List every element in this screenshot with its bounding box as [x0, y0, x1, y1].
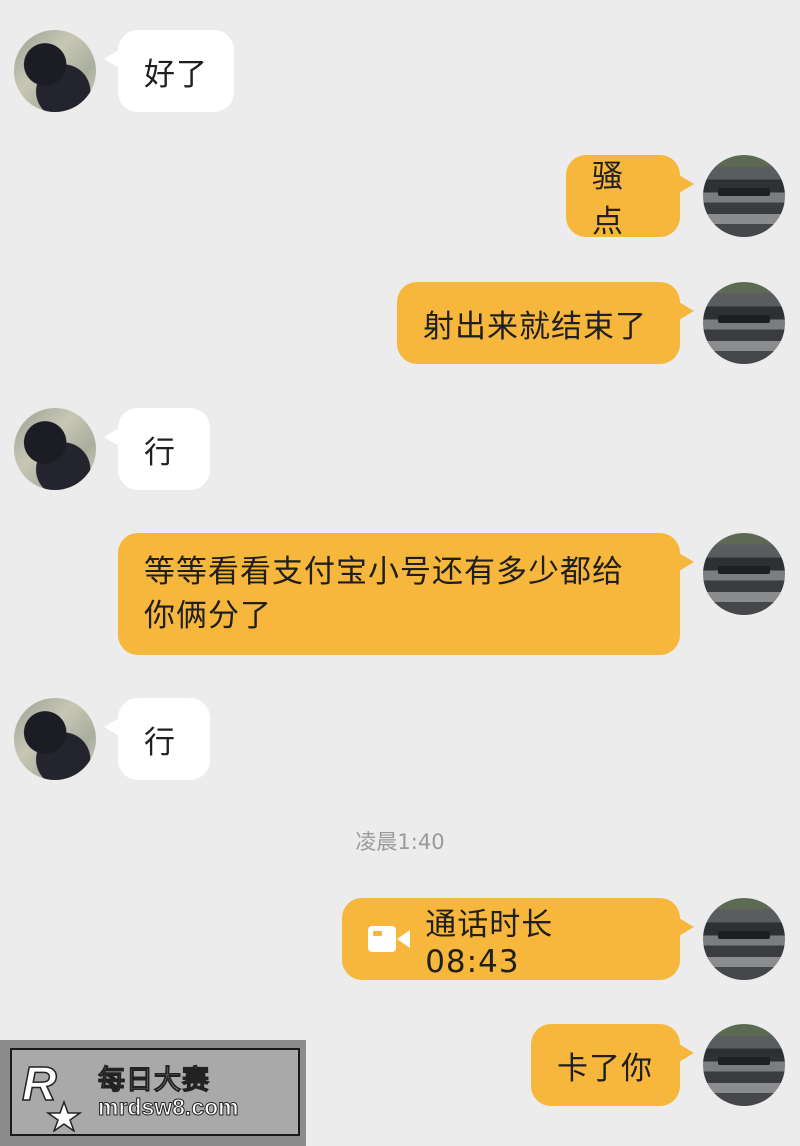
call-duration-text: 通话时长 08:43 — [425, 906, 554, 980]
my-avatar[interactable] — [703, 155, 785, 237]
message-text: 骚点 — [592, 159, 624, 240]
message-bubble-outgoing[interactable]: 卡了你 — [531, 1024, 694, 1106]
message-bubble-incoming[interactable]: 行 — [104, 698, 210, 780]
message-bubble-incoming[interactable]: 行 — [104, 408, 210, 490]
contact-avatar[interactable] — [14, 30, 96, 112]
my-avatar[interactable] — [703, 282, 785, 364]
svg-text:R: R — [22, 1058, 57, 1111]
star-logo-icon: R — [21, 1057, 83, 1132]
chat-timestamp: 凌晨1:40 — [355, 830, 445, 854]
message-text: 卡了你 — [557, 1050, 653, 1087]
message-text: 好了 — [144, 56, 208, 93]
contact-avatar[interactable] — [14, 698, 96, 780]
watermark-url: mrdsw8.com — [98, 1094, 240, 1121]
message-text: 行 — [144, 434, 176, 471]
video-call-record[interactable]: 通话时长 08:43 — [342, 898, 694, 980]
my-avatar[interactable] — [703, 1024, 785, 1106]
message-text: 行 — [144, 724, 176, 761]
watermark-overlay: R 每日大赛 mrdsw8.com — [0, 1040, 306, 1146]
message-bubble-outgoing[interactable]: 射出来就结束了 — [397, 282, 694, 364]
message-line: 你俩分了 — [144, 598, 272, 634]
my-avatar[interactable] — [703, 898, 785, 980]
message-bubble-outgoing[interactable]: 骚点 — [566, 155, 694, 240]
video-call-icon — [368, 924, 410, 954]
watermark-title: 每日大赛 — [98, 1065, 210, 1097]
message-bubble-outgoing[interactable]: 等等看看支付宝小号还有多少都给 你俩分了 — [118, 533, 694, 655]
message-text: 射出来就结束了 — [423, 308, 647, 345]
message-line: 等等看看支付宝小号还有多少都给 — [144, 554, 624, 590]
my-avatar[interactable] — [703, 533, 785, 615]
message-text: 等等看看支付宝小号还有多少都给 你俩分了 — [144, 550, 624, 638]
message-bubble-incoming[interactable]: 好了 — [104, 30, 234, 112]
contact-avatar[interactable] — [14, 408, 96, 490]
